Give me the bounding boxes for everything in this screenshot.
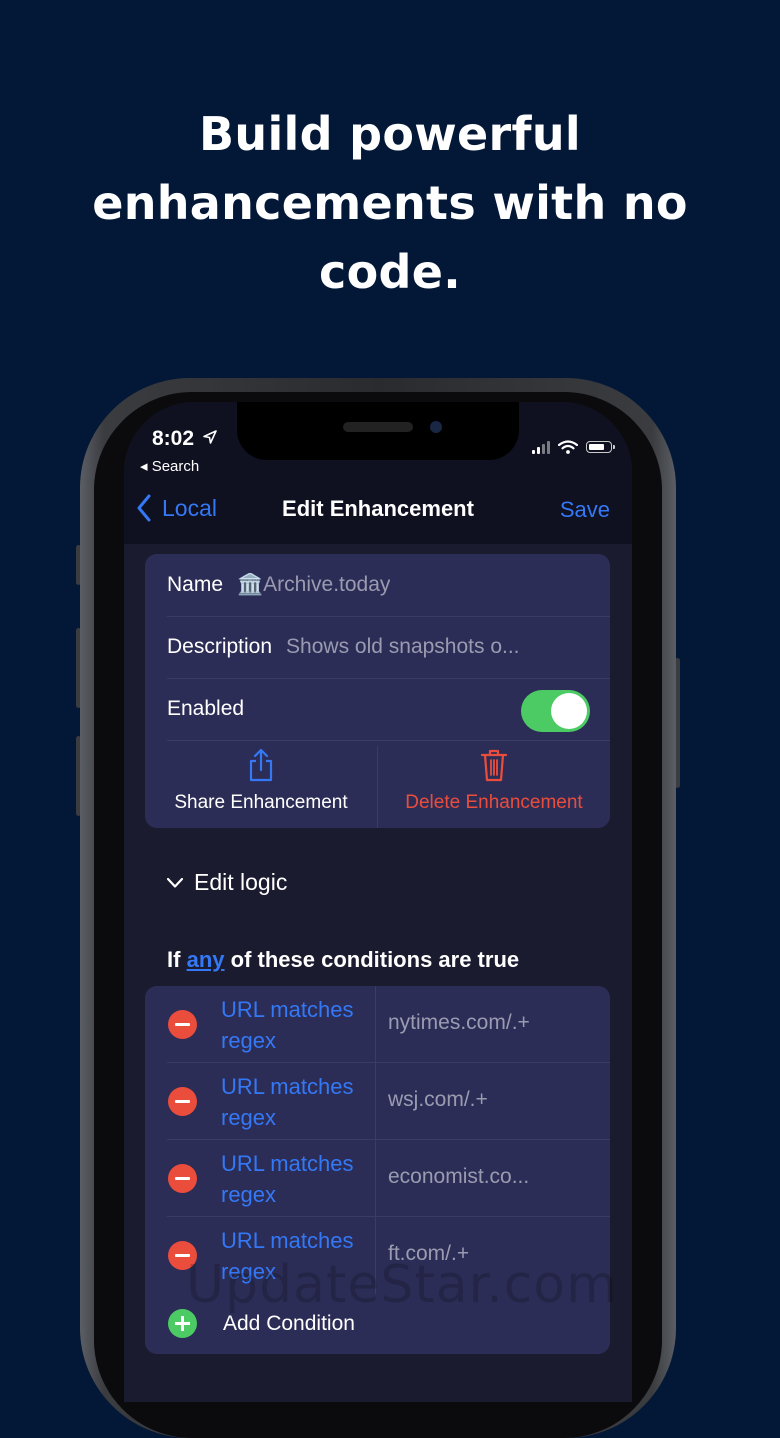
battery-icon — [586, 441, 615, 453]
wifi-icon — [558, 440, 578, 454]
condition-type-line-1: URL matches — [221, 1228, 354, 1253]
condition-value-field[interactable]: nytimes.com/.+ — [388, 1011, 530, 1035]
name-label: Name — [167, 573, 224, 596]
enabled-label: Enabled — [167, 697, 245, 720]
description-field-row[interactable]: Description Shows old snapshots o... — [167, 616, 610, 679]
name-field[interactable]: 🏛️Archive.today — [237, 573, 390, 597]
share-icon — [249, 748, 273, 782]
conditions-heading: If any of these conditions are true — [167, 947, 519, 973]
remove-condition-icon[interactable] — [168, 1164, 197, 1193]
watermark: UpdateStar.com — [186, 1255, 618, 1315]
share-enhancement-button[interactable]: Share Enhancement — [145, 744, 377, 828]
chevron-down-icon — [166, 877, 184, 888]
headline-line-2: enhancements with no — [92, 176, 688, 230]
condition-type-line-2: regex — [221, 1105, 277, 1130]
description-label: Description — [167, 635, 273, 658]
condition-value-field[interactable]: wsj.com/.+ — [388, 1088, 488, 1112]
condition-row: URL matches regex nytimes.com/.+ — [145, 986, 610, 1063]
condition-type-selector[interactable]: URL matches regex — [221, 1148, 371, 1210]
condition-row: URL matches regex economist.co... — [145, 1140, 610, 1217]
enhancement-details-card: Name 🏛️Archive.today Description Shows o… — [145, 554, 610, 828]
delete-enhancement-button[interactable]: Delete Enhancement — [378, 744, 610, 828]
condition-type-selector[interactable]: URL matches regex — [221, 1071, 371, 1133]
page-title: Edit Enhancement — [282, 496, 474, 521]
edit-logic-label: Edit logic — [194, 869, 288, 895]
back-to-search-link[interactable]: ◂ Search — [140, 457, 199, 475]
remove-condition-icon[interactable] — [168, 1087, 197, 1116]
condition-divider — [375, 986, 376, 1063]
save-button[interactable]: Save — [560, 497, 610, 523]
enabled-row: Enabled — [167, 678, 610, 741]
name-field-row[interactable]: Name 🏛️Archive.today — [167, 554, 610, 617]
cellular-signal-icon — [532, 440, 550, 454]
condition-divider — [375, 1063, 376, 1140]
headline: Build powerful enhancements with no code… — [0, 100, 780, 307]
status-time: 8:02 — [152, 427, 195, 450]
heading-suffix: of these conditions are true — [230, 947, 520, 972]
trash-icon — [480, 749, 508, 782]
status-icons — [532, 440, 615, 454]
edit-logic-disclosure[interactable]: Edit logic — [166, 869, 287, 896]
headline-line-3: code. — [319, 245, 461, 299]
share-enhancement-label: Share Enhancement — [174, 792, 348, 813]
phone-screen: 8:02 ◂ Search Local Edit Enhancement Sav… — [124, 402, 632, 1402]
condition-type-line-2: regex — [221, 1028, 277, 1053]
delete-enhancement-label: Delete Enhancement — [405, 792, 583, 813]
condition-type-line-1: URL matches — [221, 1074, 354, 1099]
condition-type-line-1: URL matches — [221, 1151, 354, 1176]
front-camera — [430, 421, 442, 433]
description-field[interactable]: Shows old snapshots o... — [286, 635, 519, 659]
condition-value-field[interactable]: economist.co... — [388, 1165, 529, 1189]
remove-condition-icon[interactable] — [168, 1010, 197, 1039]
headline-line-1: Build powerful — [199, 107, 581, 161]
condition-divider — [375, 1140, 376, 1217]
quantifier-selector[interactable]: any — [187, 947, 225, 972]
speaker — [343, 422, 413, 432]
condition-row: URL matches regex wsj.com/.+ — [145, 1063, 610, 1140]
condition-type-line-2: regex — [221, 1182, 277, 1207]
back-triangle-icon: ◂ — [140, 458, 152, 475]
enabled-toggle[interactable] — [521, 690, 590, 732]
location-arrow-icon — [202, 429, 218, 450]
add-condition-label: Add Condition — [223, 1311, 355, 1335]
heading-prefix: If — [167, 947, 181, 972]
condition-type-selector[interactable]: URL matches regex — [221, 994, 371, 1056]
condition-type-line-1: URL matches — [221, 997, 354, 1022]
back-to-search-label: Search — [151, 458, 200, 475]
